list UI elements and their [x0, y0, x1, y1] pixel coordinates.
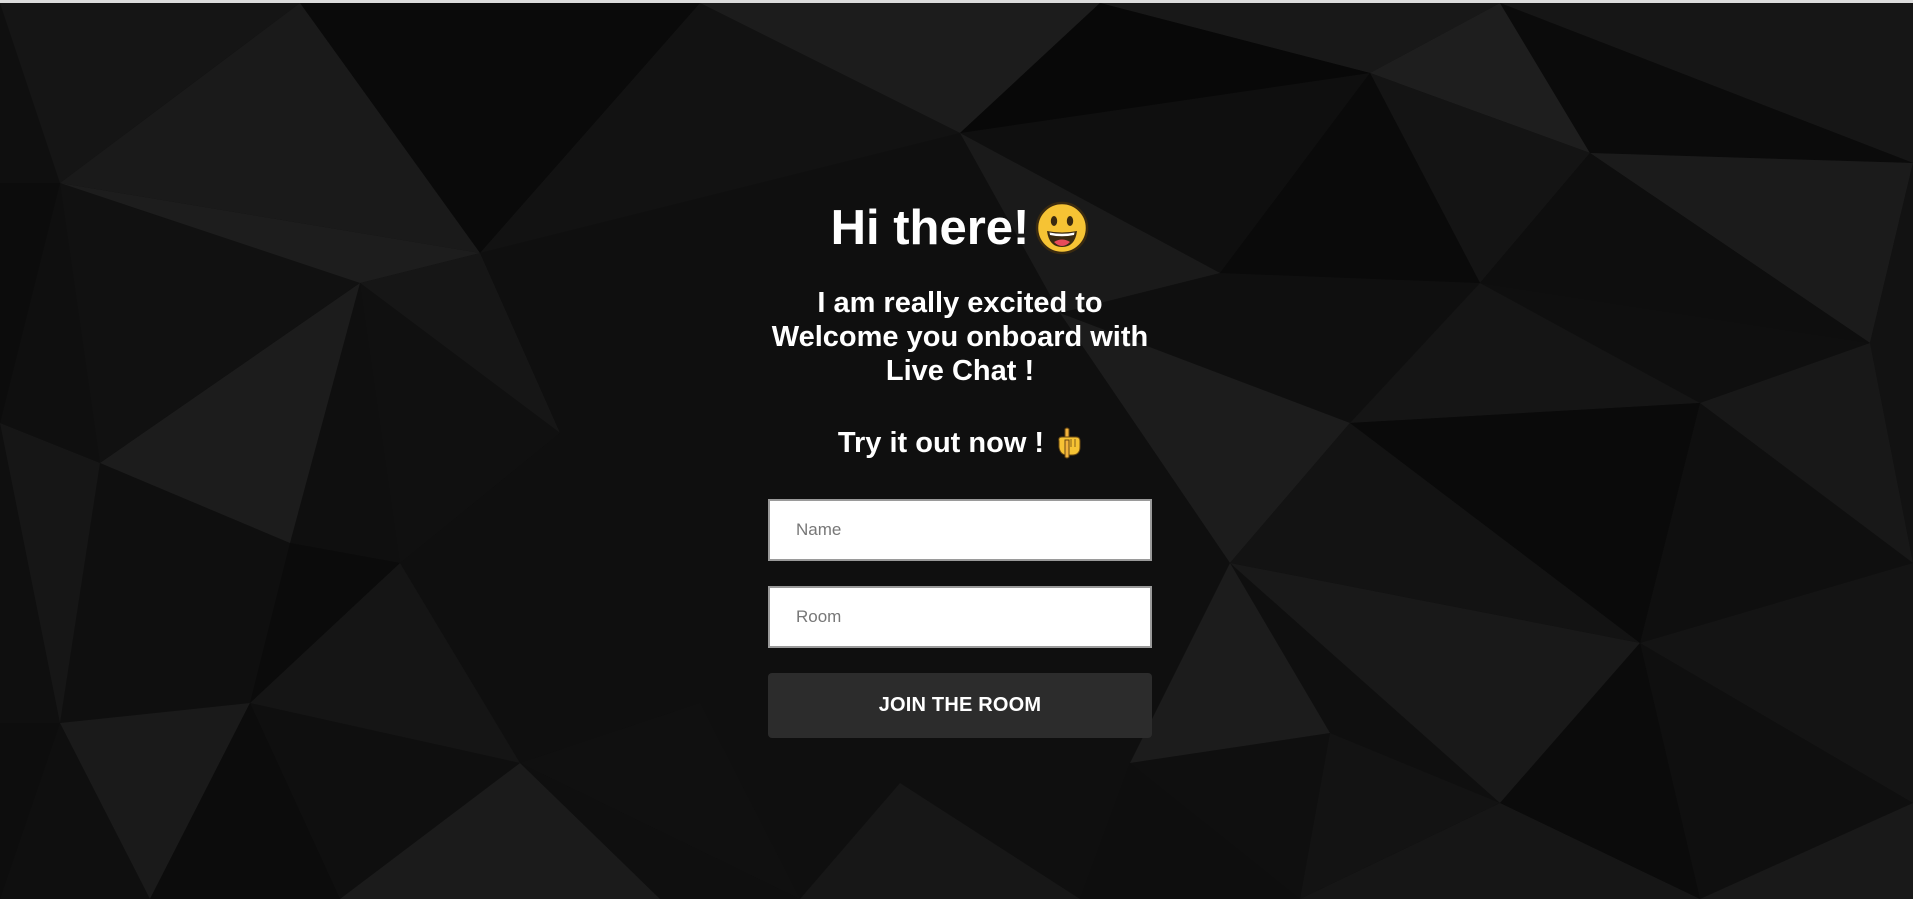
name-input[interactable] — [768, 499, 1152, 561]
join-room-form: JOIN THE ROOM — [768, 499, 1152, 738]
call-to-action: Try it out now ! — [768, 426, 1152, 460]
welcome-panel: Hi there! I am really excited to Welcome… — [768, 196, 1152, 738]
join-room-button[interactable]: JOIN THE ROOM — [768, 673, 1152, 738]
welcome-message: I am really excited to Welcome you onboa… — [771, 287, 1149, 387]
room-input[interactable] — [768, 586, 1152, 648]
page-title: Hi there! — [768, 196, 1152, 260]
title-text: Hi there! — [830, 201, 1030, 255]
pointing-down-hand-icon — [1058, 427, 1081, 459]
grinning-face-icon — [1036, 201, 1089, 255]
call-to-action-text: Try it out now ! — [837, 427, 1045, 459]
